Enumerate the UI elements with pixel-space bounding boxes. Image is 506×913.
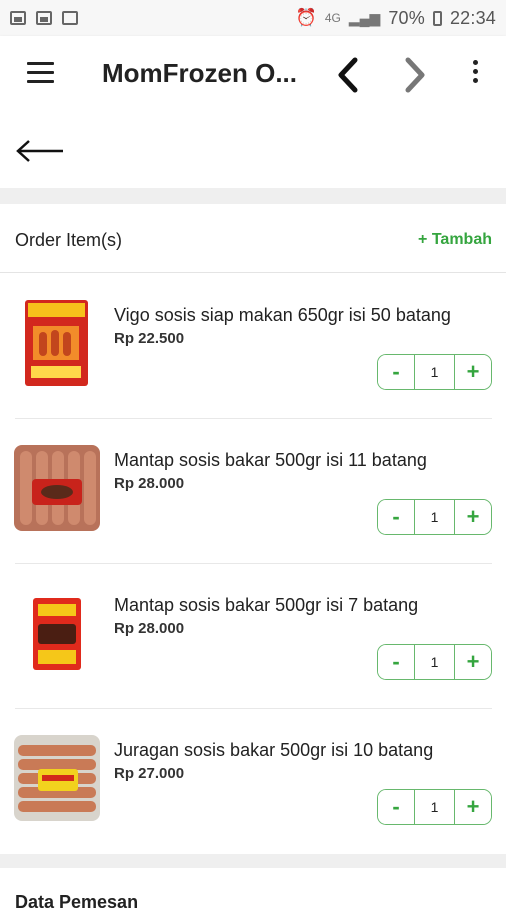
order-item: Mantap sosis bakar 500gr isi 7 batang Rp… bbox=[0, 564, 506, 709]
increase-button[interactable]: + bbox=[454, 790, 491, 824]
chevron-left-icon[interactable] bbox=[333, 56, 363, 94]
quantity-value[interactable]: 1 bbox=[415, 500, 454, 534]
clock: 22:34 bbox=[449, 7, 496, 28]
status-bar-notifications bbox=[10, 11, 78, 25]
chevron-right-icon[interactable] bbox=[400, 56, 430, 94]
quantity-stepper: - 1 + bbox=[377, 644, 492, 680]
status-bar-system: ⏰ 4G ▂▄▆ 70% 22:34 bbox=[296, 8, 496, 29]
order-items-header: Order Item(s) + Tambah bbox=[0, 204, 506, 273]
order-item: Vigo sosis siap makan 650gr isi 50 batan… bbox=[0, 274, 506, 419]
menu-icon[interactable] bbox=[27, 62, 54, 84]
increase-button[interactable]: + bbox=[454, 355, 491, 389]
section-divider bbox=[0, 188, 506, 204]
item-price: Rp 28.000 bbox=[114, 475, 185, 492]
gallery-notification-icon bbox=[36, 11, 52, 25]
increase-button[interactable]: + bbox=[454, 645, 491, 679]
product-image bbox=[25, 300, 88, 386]
alarm-icon: ⏰ bbox=[295, 8, 317, 27]
signal-icon: ▂▄▆ bbox=[348, 9, 381, 26]
quantity-value[interactable]: 1 bbox=[415, 790, 454, 824]
quantity-value[interactable]: 1 bbox=[415, 355, 454, 389]
shield-notification-icon bbox=[62, 11, 78, 25]
decrease-button[interactable]: - bbox=[378, 790, 415, 824]
add-item-button[interactable]: + Tambah bbox=[418, 231, 492, 249]
image-notification-icon bbox=[10, 11, 26, 25]
quantity-stepper: - 1 + bbox=[377, 499, 492, 535]
more-vert-icon[interactable] bbox=[470, 60, 480, 90]
back-row bbox=[0, 114, 506, 188]
network-type: 4G bbox=[324, 11, 341, 25]
status-bar: ⏰ 4G ▂▄▆ 70% 22:34 bbox=[0, 0, 506, 36]
order-items-title: Order Item(s) bbox=[15, 230, 123, 250]
quantity-value[interactable]: 1 bbox=[415, 645, 454, 679]
product-image bbox=[30, 596, 84, 672]
item-name: Vigo sosis siap makan 650gr isi 50 batan… bbox=[114, 305, 451, 325]
decrease-button[interactable]: - bbox=[378, 500, 415, 534]
app-bar: MomFrozen O... bbox=[0, 36, 506, 114]
decrease-button[interactable]: - bbox=[378, 355, 415, 389]
order-item: Juragan sosis bakar 500gr isi 10 batang … bbox=[0, 709, 506, 854]
item-name: Mantap sosis bakar 500gr isi 11 batang bbox=[114, 450, 427, 470]
order-item: Mantap sosis bakar 500gr isi 11 batang R… bbox=[0, 419, 506, 564]
item-price: Rp 28.000 bbox=[114, 620, 185, 637]
decrease-button[interactable]: - bbox=[378, 645, 415, 679]
quantity-stepper: - 1 + bbox=[377, 354, 492, 390]
item-name: Mantap sosis bakar 500gr isi 7 batang bbox=[114, 595, 419, 615]
increase-button[interactable]: + bbox=[454, 500, 491, 534]
battery-icon bbox=[432, 10, 442, 26]
section-divider bbox=[0, 854, 506, 868]
product-image bbox=[14, 445, 100, 531]
back-arrow-icon[interactable] bbox=[15, 138, 65, 164]
quantity-stepper: - 1 + bbox=[377, 789, 492, 825]
item-name: Juragan sosis bakar 500gr isi 10 batang bbox=[114, 740, 434, 760]
item-price: Rp 22.500 bbox=[114, 330, 185, 347]
battery-percent: 70% bbox=[388, 7, 425, 28]
product-image bbox=[14, 735, 100, 821]
data-pemesan-title: Data Pemesan bbox=[15, 892, 139, 912]
item-price: Rp 27.000 bbox=[114, 765, 185, 782]
app-title: MomFrozen O... bbox=[102, 58, 297, 88]
